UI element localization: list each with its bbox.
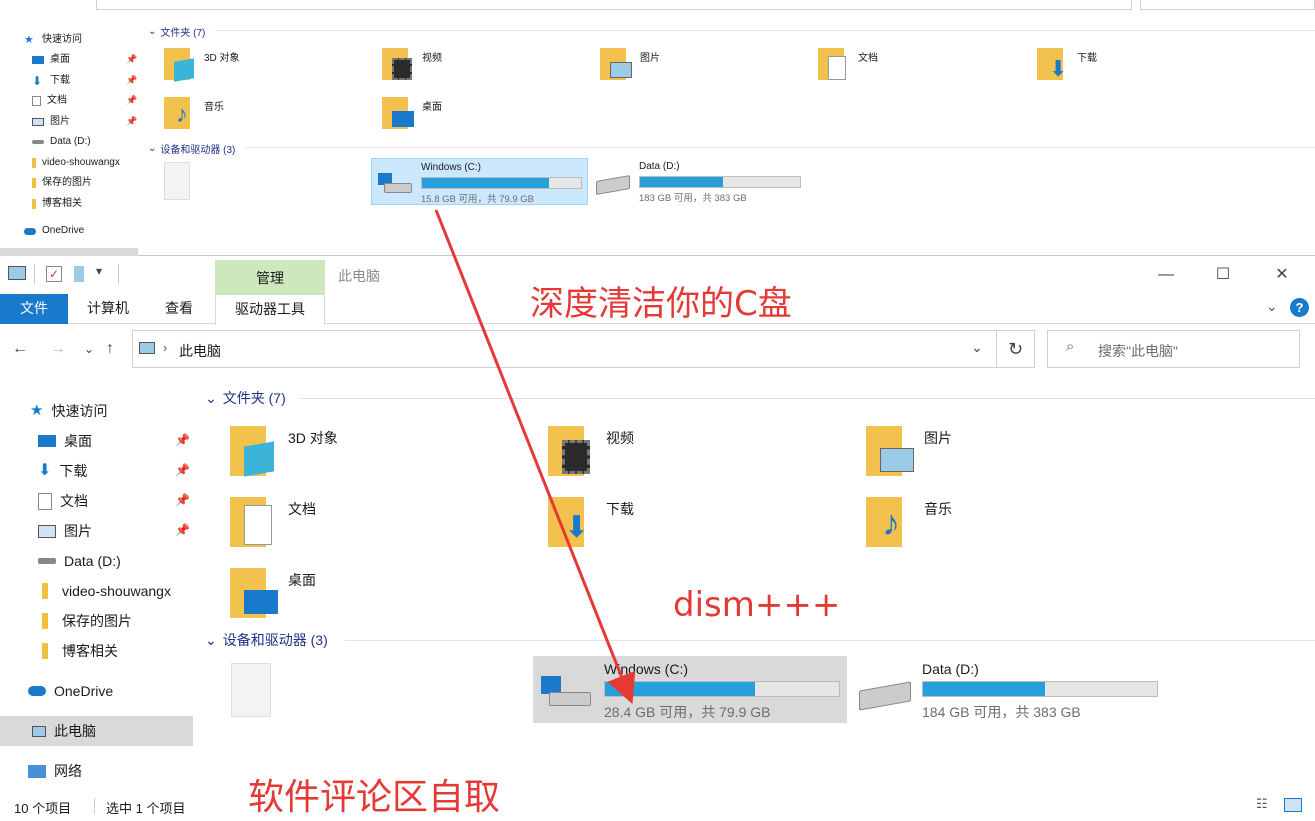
annotation-footer: 软件评论区自取 <box>248 777 501 818</box>
annotation-arrow <box>434 209 636 705</box>
annotation-tool: dism+++ <box>673 585 841 625</box>
annotation-headline: 深度清洁你的C盘 <box>530 284 792 324</box>
screenshot-root: ★ 快速访问 桌面 📌 ⬇ 下载 📌 文档 📌 图片 📌 Data (D:) v… <box>0 0 1315 821</box>
